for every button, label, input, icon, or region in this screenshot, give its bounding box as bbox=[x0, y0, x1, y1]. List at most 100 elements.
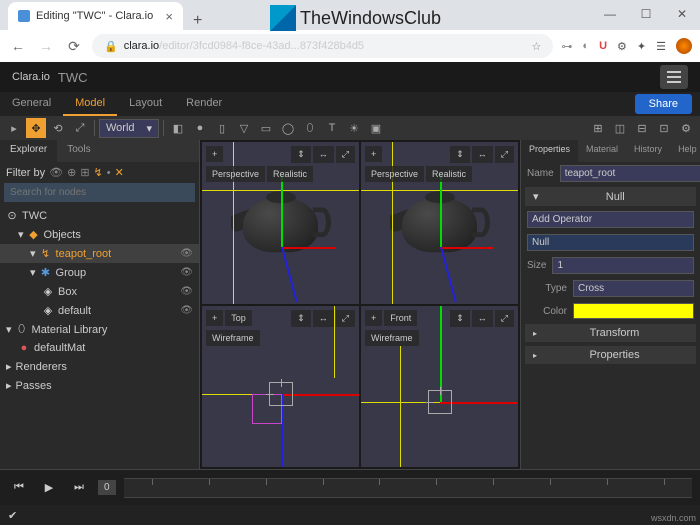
section-null[interactable]: ▾Null bbox=[525, 187, 696, 206]
tool-move-icon[interactable]: ✥ bbox=[26, 118, 46, 138]
filter-axis-icon[interactable]: ↯ bbox=[94, 166, 103, 179]
vp-add-icon[interactable]: + bbox=[206, 146, 223, 162]
visibility-icon[interactable]: 👁 bbox=[180, 267, 193, 278]
null-item[interactable]: Null bbox=[527, 234, 694, 251]
tab-general[interactable]: General bbox=[0, 92, 63, 116]
visibility-icon[interactable]: 👁 bbox=[180, 305, 193, 316]
size-input[interactable] bbox=[552, 257, 694, 274]
tree-objects[interactable]: ▾◆Objects bbox=[0, 225, 199, 244]
filter-gear-icon[interactable]: ⊞ bbox=[80, 166, 89, 179]
tree-renderers[interactable]: ▸Renderers bbox=[0, 357, 199, 376]
vp-shade-label[interactable]: Wireframe bbox=[365, 330, 419, 346]
vp-resize-icon[interactable]: ⇕ bbox=[291, 146, 311, 163]
tool-sphere-icon[interactable]: ● bbox=[190, 118, 210, 138]
vp-max-icon[interactable]: ⤢ bbox=[336, 146, 355, 163]
tree-default[interactable]: ◈default👁 bbox=[0, 301, 199, 320]
vp-add-icon[interactable]: + bbox=[206, 310, 223, 326]
vp-resize-icon[interactable]: ⇕ bbox=[450, 146, 470, 163]
tab-model[interactable]: Model bbox=[63, 92, 117, 116]
viewport-top[interactable]: +Top ⇕↔⤢ Wireframe bbox=[202, 306, 359, 468]
visibility-icon[interactable]: 👁 bbox=[180, 286, 193, 297]
tl-last-button[interactable]: ⏭ bbox=[68, 477, 90, 499]
filter-type-icon[interactable]: ⊕ bbox=[67, 166, 76, 179]
tl-first-button[interactable]: ⏮ bbox=[8, 477, 30, 499]
section-transform[interactable]: Transform bbox=[525, 324, 696, 342]
menu-button[interactable] bbox=[660, 65, 688, 89]
window-minimize-button[interactable]: — bbox=[592, 0, 628, 28]
ext-gear-icon[interactable]: ⚙ bbox=[617, 40, 627, 53]
url-input[interactable]: 🔒 clara.io/editor/3fcd0984-f8ce-43ad...8… bbox=[92, 34, 553, 58]
vp-pan-icon[interactable]: ↔ bbox=[472, 146, 493, 163]
tool-cursor-icon[interactable]: ▸ bbox=[4, 118, 24, 138]
tab-close-icon[interactable]: × bbox=[165, 9, 173, 24]
panel-tab-tools[interactable]: Tools bbox=[57, 140, 100, 162]
ext-u-icon[interactable]: U bbox=[599, 40, 607, 52]
tool-scale-icon[interactable]: ⤢ bbox=[70, 118, 90, 138]
tree-box[interactable]: ◈Box👁 bbox=[0, 282, 199, 301]
nav-reload-icon[interactable]: ⟳ bbox=[64, 38, 84, 55]
tool-settings-icon[interactable]: ⚙ bbox=[676, 118, 696, 138]
vp-shade-label[interactable]: Wireframe bbox=[206, 330, 260, 346]
viewport-perspective-1[interactable]: + ⇕↔⤢ PerspectiveRealistic bbox=[202, 142, 359, 304]
tab-layout[interactable]: Layout bbox=[117, 92, 174, 116]
vp-add-icon[interactable]: + bbox=[365, 310, 382, 326]
tool-teapot-icon[interactable]: ⬯ bbox=[300, 118, 320, 138]
nav-back-icon[interactable]: ← bbox=[8, 38, 28, 54]
tool-cylinder-icon[interactable]: ▯ bbox=[212, 118, 232, 138]
tool-a-icon[interactable]: ⊞ bbox=[588, 118, 608, 138]
key-icon[interactable]: ⊶ bbox=[561, 40, 572, 53]
vp-max-icon[interactable]: ⤢ bbox=[495, 310, 514, 327]
tool-plane-icon[interactable]: ▭ bbox=[256, 118, 276, 138]
tool-rotate-icon[interactable]: ⟲ bbox=[48, 118, 68, 138]
color-swatch[interactable] bbox=[573, 303, 694, 319]
window-close-button[interactable]: ✕ bbox=[664, 0, 700, 28]
tool-b-icon[interactable]: ◫ bbox=[610, 118, 630, 138]
vp-view-label[interactable]: Perspective bbox=[365, 166, 424, 182]
rp-tab-help[interactable]: Help bbox=[670, 140, 700, 162]
section-properties[interactable]: Properties bbox=[525, 346, 696, 364]
share-button[interactable]: Share bbox=[635, 94, 692, 114]
viewport-perspective-2[interactable]: + ⇕↔⤢ PerspectiveRealistic bbox=[361, 142, 518, 304]
tool-camera-icon[interactable]: ▣ bbox=[366, 118, 386, 138]
browser-tab[interactable]: Editing "TWC" - Clara.io × bbox=[8, 2, 183, 30]
tool-c-icon[interactable]: ⊟ bbox=[632, 118, 652, 138]
app-logo[interactable]: Clara.io TWC bbox=[12, 70, 88, 85]
panel-tab-explorer[interactable]: Explorer bbox=[0, 140, 57, 162]
vp-view-label[interactable]: Front bbox=[384, 310, 417, 326]
coord-space-select[interactable]: World▾ bbox=[99, 119, 159, 138]
vp-resize-icon[interactable]: ⇕ bbox=[450, 310, 470, 327]
vp-view-label[interactable]: Perspective bbox=[206, 166, 265, 182]
vp-add-icon[interactable]: + bbox=[365, 146, 382, 162]
vp-max-icon[interactable]: ⤢ bbox=[336, 310, 355, 327]
tl-play-button[interactable]: ▶ bbox=[38, 477, 60, 499]
vp-max-icon[interactable]: ⤢ bbox=[495, 146, 514, 163]
visibility-icon[interactable]: 👁 bbox=[180, 248, 193, 259]
tl-frame-display[interactable]: 0 bbox=[98, 480, 116, 495]
rp-tab-properties[interactable]: Properties bbox=[521, 140, 578, 162]
tree-defaultmat[interactable]: ●defaultMat bbox=[0, 339, 199, 357]
filter-x-icon[interactable]: ✕ bbox=[115, 166, 124, 179]
tab-render[interactable]: Render bbox=[174, 92, 234, 116]
tree-root[interactable]: ⊙TWC bbox=[0, 206, 199, 225]
viewport-front[interactable]: +Front ⇕↔⤢ Wireframe bbox=[361, 306, 518, 468]
type-select[interactable]: Cross bbox=[573, 280, 694, 297]
add-operator-select[interactable]: Add Operator bbox=[527, 211, 694, 228]
tool-torus-icon[interactable]: ◯ bbox=[278, 118, 298, 138]
tl-track[interactable] bbox=[124, 478, 692, 498]
tool-light-icon[interactable]: ☀ bbox=[344, 118, 364, 138]
tool-text-icon[interactable]: T bbox=[322, 118, 342, 138]
tree-passes[interactable]: ▸Passes bbox=[0, 376, 199, 395]
avatar-icon[interactable] bbox=[676, 38, 692, 54]
vp-shade-label[interactable]: Realistic bbox=[267, 166, 313, 182]
filter-eye-icon[interactable]: 👁 bbox=[49, 166, 63, 179]
vp-pan-icon[interactable]: ↔ bbox=[313, 310, 334, 327]
vp-pan-icon[interactable]: ↔ bbox=[313, 146, 334, 163]
tree-matlib[interactable]: ▾⬯Material Library bbox=[0, 320, 199, 339]
rp-tab-material[interactable]: Material bbox=[578, 140, 626, 162]
tool-cone-icon[interactable]: ▽ bbox=[234, 118, 254, 138]
filter-dot-icon[interactable]: • bbox=[107, 167, 111, 179]
nav-forward-icon[interactable]: → bbox=[36, 38, 56, 54]
ext-puzzle-icon[interactable]: ✦ bbox=[637, 40, 646, 53]
tool-cube-icon[interactable]: ◧ bbox=[168, 118, 188, 138]
tree-teapot[interactable]: ▾↯teapot_root👁 bbox=[0, 244, 199, 263]
